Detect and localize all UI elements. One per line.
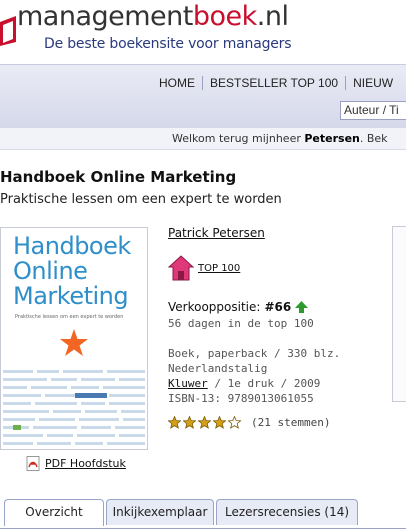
welcome-bar: Welkom terug mijnheer Petersen. Bek — [0, 128, 406, 150]
star-full-icon — [213, 416, 226, 429]
logo-main: management — [17, 1, 193, 32]
book-publisher-line: Kluwer / 1e druk / 2009 — [168, 376, 340, 391]
home-top100-icon — [168, 255, 194, 281]
tab-overzicht[interactable]: Overzicht — [4, 499, 104, 526]
book-meta: Boek, paperback / 330 blz. Nederlandstal… — [168, 346, 340, 406]
star-full-icon — [198, 416, 211, 429]
nav-bestseller-top100[interactable]: BESTSELLER TOP 100 — [202, 76, 345, 90]
star-empty-icon — [228, 416, 241, 429]
sales-label: Verkooppositie: — [168, 300, 261, 314]
sales-rank: #66 — [264, 300, 292, 314]
cover-title-line: Handboek — [13, 232, 131, 260]
logo-accent: boek — [192, 1, 257, 32]
cover-title: Handboek Online Marketing — [13, 234, 131, 309]
book-language: Nederlandstalig — [168, 362, 268, 375]
rating[interactable]: (21 stemmen) — [168, 416, 330, 429]
cover-word-cloud-image — [3, 370, 145, 445]
tab-inkijkexemplaar[interactable]: Inkijkexemplaar — [106, 499, 214, 525]
tab-bar: Overzicht Inkijkexemplaar Lezersrecensie… — [0, 494, 406, 529]
book-cover[interactable]: Handboek Online Marketing Praktische les… — [0, 227, 148, 450]
site-header: managementboek.nl De beste boekensite vo… — [0, 0, 406, 64]
right-side-panel — [392, 226, 406, 402]
top100-label: TOP 100 — [198, 262, 241, 274]
welcome-prefix: Welkom terug mijnheer — [172, 132, 305, 145]
tab-lezersrecensies[interactable]: Lezersrecensies (14) — [216, 499, 358, 525]
cover-subtitle: Praktische lessen om een expert te worde… — [15, 314, 124, 320]
page-subtitle: Praktische lessen om een expert te worde… — [0, 192, 282, 207]
nav-nieuw[interactable]: NIEUW — [345, 76, 400, 90]
book-logo-icon[interactable] — [0, 12, 18, 46]
site-logo[interactable]: managementboek.nl — [17, 1, 289, 32]
top100-badge[interactable]: TOP 100 — [168, 254, 240, 282]
cover-star-icon — [60, 329, 88, 356]
rank-up-arrow-icon — [295, 301, 309, 313]
book-format: Boek, paperback / 330 blz. — [168, 347, 341, 360]
book-edition: / 1e druk / 2009 — [207, 377, 321, 390]
cover-title-line: Online — [13, 257, 88, 285]
author-link[interactable]: Patrick Petersen — [168, 226, 265, 240]
main-nav: HOME BESTSELLER TOP 100 NIEUW Auteur / T… — [0, 64, 406, 128]
star-full-icon — [183, 416, 196, 429]
pdf-chapter-label: PDF Hoofdstuk — [45, 457, 126, 470]
welcome-suffix: . Bek — [359, 132, 388, 145]
publisher-link[interactable]: Kluwer — [168, 377, 208, 390]
days-in-top100: 56 dagen in de top 100 — [168, 317, 314, 330]
logo-tld: .nl — [256, 1, 289, 32]
star-full-icon — [168, 416, 181, 429]
welcome-message: Welkom terug mijnheer Petersen. Bek — [172, 132, 388, 145]
pdf-chapter-link[interactable]: PDF Hoofdstuk — [26, 456, 126, 471]
pdf-icon — [26, 456, 40, 471]
site-tagline: De beste boekensite voor managers — [44, 36, 292, 52]
sales-position: Verkooppositie: #66 — [168, 300, 309, 314]
page-title: Handboek Online Marketing — [0, 168, 237, 186]
nav-home[interactable]: HOME — [152, 76, 202, 90]
user-name: Petersen — [304, 132, 360, 145]
book-isbn: ISBN-13: 9789013061055 — [168, 392, 314, 405]
cover-title-line: Marketing — [13, 282, 129, 310]
search-input[interactable]: Auteur / Ti — [340, 101, 406, 120]
rating-count: (21 stemmen) — [251, 416, 331, 429]
